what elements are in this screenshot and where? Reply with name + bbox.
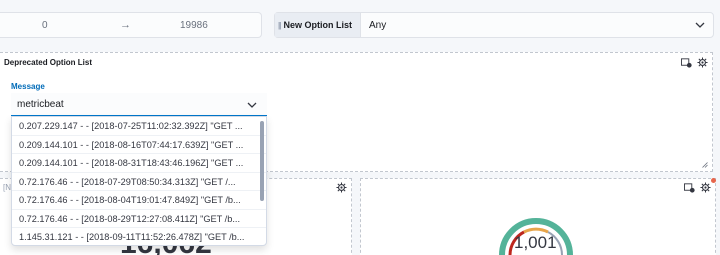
- drag-handle-icon[interactable]: ||: [278, 21, 282, 30]
- chevron-down-icon[interactable]: [247, 102, 257, 108]
- dropdown-option[interactable]: 0.72.176.46 - - [2018-08-04T19:01:47.849…: [12, 191, 266, 210]
- notification-dot: [711, 178, 716, 183]
- gear-icon[interactable]: [336, 182, 347, 193]
- chevron-down-icon[interactable]: [695, 22, 705, 28]
- gauge-arc-amber: [523, 227, 549, 234]
- gear-icon[interactable]: [700, 182, 711, 193]
- dropdown-option[interactable]: 0.209.144.101 - - [2018-08-31T18:43:46.1…: [12, 154, 266, 173]
- gear-icon[interactable]: [697, 57, 708, 68]
- message-field-label: Message: [11, 82, 45, 91]
- dropdown-option[interactable]: 1.145.31.121 - - [2018-09-11T11:52:26.47…: [12, 228, 266, 245]
- options-list-label-text: New Option List: [283, 20, 352, 30]
- range-slider-control[interactable]: 0 → 19986: [0, 12, 262, 38]
- dropdown-option[interactable]: 0.72.176.46 - - [2018-07-29T08:50:34.313…: [12, 173, 266, 191]
- options-list-control[interactable]: || New Option List Any: [274, 12, 714, 38]
- dropdown-option[interactable]: 0.209.144.101 - - [2018-08-16T07:44:17.6…: [12, 136, 266, 154]
- range-from-value[interactable]: 0: [42, 20, 48, 31]
- dropdown-scrollbar[interactable]: [260, 121, 264, 201]
- metric-panel-label: [N: [3, 183, 11, 192]
- options-dropdown[interactable]: 0.207.229.147 - - [2018-07-25T11:02:32.3…: [11, 116, 267, 246]
- combo-value[interactable]: metricbeat: [17, 99, 64, 110]
- options-list-value[interactable]: Any: [361, 20, 695, 31]
- panel-options-icon[interactable]: [684, 182, 695, 193]
- dropdown-option[interactable]: 0.207.229.147 - - [2018-07-25T11:02:32.3…: [12, 117, 266, 136]
- gauge-value: 1,001: [514, 233, 557, 252]
- options-list-label: || New Option List: [275, 13, 361, 37]
- panel-title: Deprecated Option List: [4, 58, 93, 67]
- panel-options-icon[interactable]: [681, 57, 692, 68]
- range-to-value[interactable]: 19986: [180, 20, 208, 31]
- range-arrow-icon: →: [120, 19, 131, 31]
- resize-handle-icon[interactable]: [702, 162, 708, 168]
- dropdown-option[interactable]: 0.72.176.46 - - [2018-08-29T12:27:08.411…: [12, 210, 266, 228]
- message-combo-box[interactable]: metricbeat: [11, 93, 267, 117]
